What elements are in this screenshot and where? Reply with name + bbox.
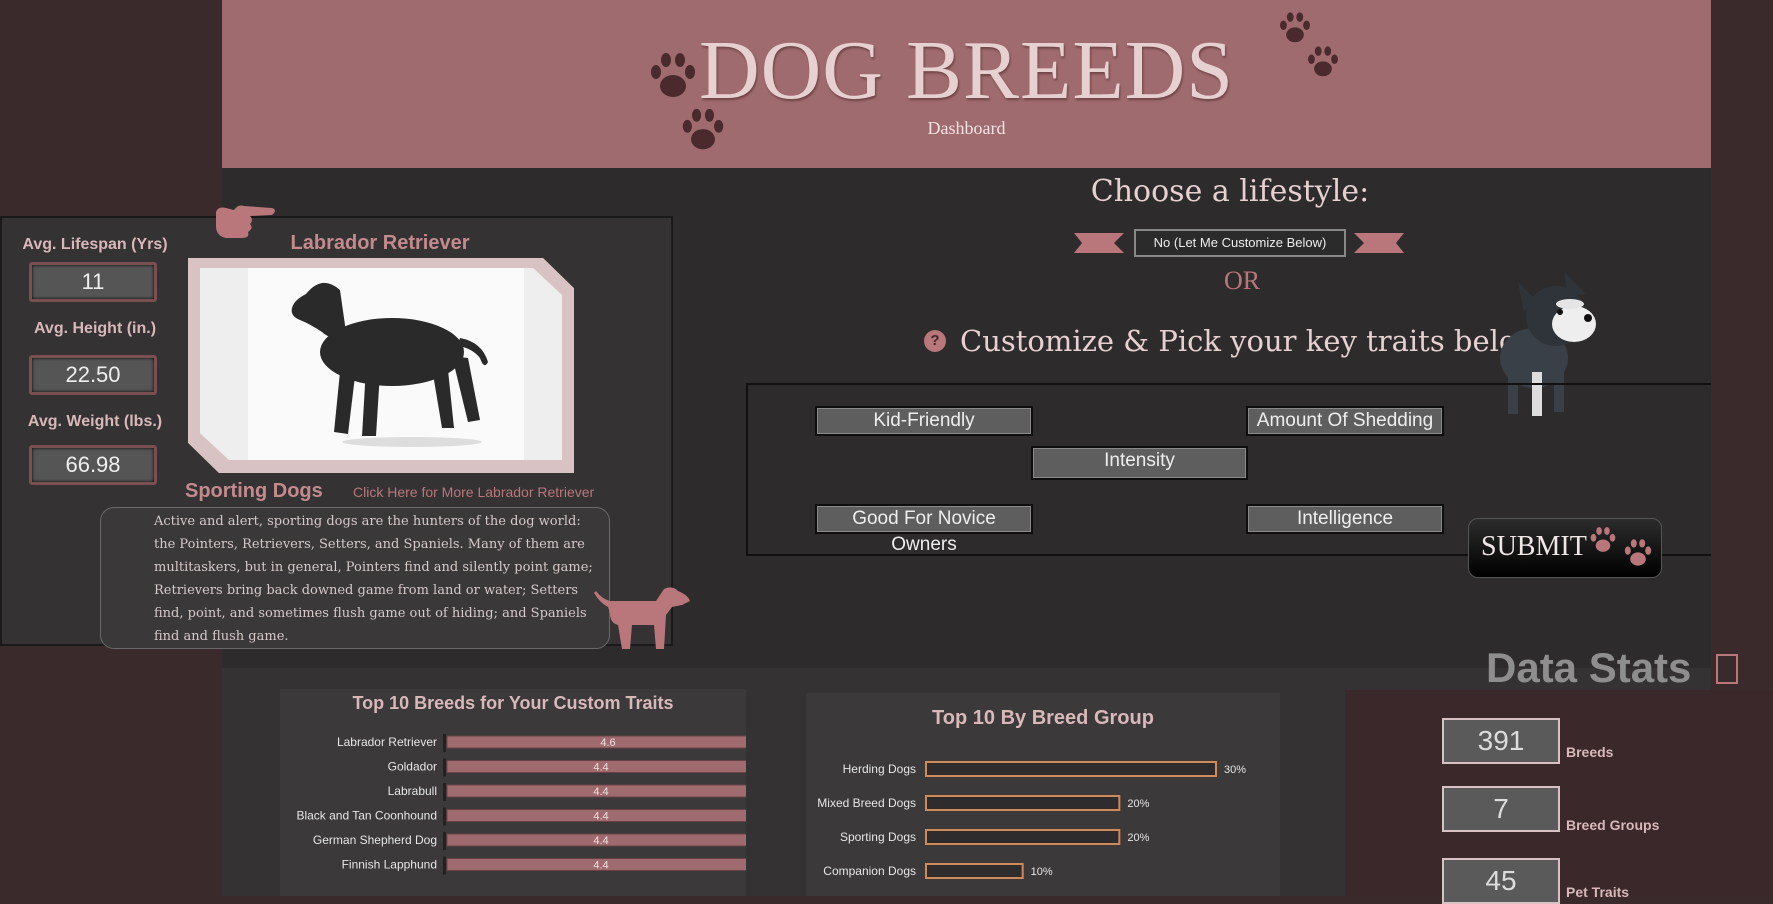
bar	[925, 761, 1217, 777]
category-label: Mixed Breed Dogs	[817, 796, 916, 810]
bar-shadow	[443, 832, 446, 850]
lifespan-label: Avg. Lifespan (Yrs)	[22, 236, 168, 253]
bar	[925, 795, 1121, 811]
trait-novice-owners-button[interactable]: Good For Novice Owners	[815, 504, 1033, 555]
header-banner: DOG BREEDS Dashboard	[222, 0, 1711, 168]
dog-silhouette-icon	[594, 587, 690, 649]
breeds-count: 391	[1442, 718, 1560, 764]
bar-shadow	[443, 807, 446, 826]
category-label: German Shepherd Dog	[313, 833, 437, 847]
top-breeds-chart: Top 10 Breeds for Your Custom Traits Lab…	[280, 689, 746, 896]
breed-group-chart: Top 10 By Breed Group Herding Dogs 30% Mix…	[806, 693, 1280, 896]
bar-value-label: 4.6	[600, 737, 615, 749]
lifestyle-title: Choose a lifestyle:	[1090, 174, 1370, 209]
bar-value-label: 4.4	[593, 786, 608, 798]
bar-value-label: 4.4	[593, 811, 608, 823]
paw-print-icon	[1308, 46, 1338, 77]
pet-traits-count-label: Pet Traits	[1566, 884, 1630, 900]
category-label: Companion Dogs	[823, 864, 916, 878]
category-label: Sporting Dogs	[840, 830, 916, 844]
category-label: Black and Tan Coonhound	[296, 809, 437, 823]
more-info-link[interactable]: Click Here for More Labrador Retriever	[353, 484, 594, 500]
bar-value-label: 30%	[1224, 764, 1246, 776]
labrador-image	[291, 282, 488, 447]
or-divider: OR	[1223, 266, 1261, 295]
bar-value-label: 4.4	[593, 835, 608, 847]
breed-group-chart-plot: Herding Dogs 30% Mixed Breed Dogs 20% Sporti…	[817, 761, 1246, 879]
breed-groups-count-label: Breed Groups	[1566, 817, 1660, 833]
submit-button[interactable]: SUBMIT	[1468, 518, 1662, 578]
bar-shadow	[443, 734, 446, 752]
breed-groups-count: 7	[1442, 786, 1560, 832]
paw-print-icon	[1280, 12, 1310, 43]
help-icon[interactable]: ?	[924, 330, 946, 352]
lifespan-value: 11	[29, 262, 157, 302]
breed-name: Labrador Retriever	[290, 232, 470, 254]
stats-list-icon	[1716, 654, 1738, 684]
pet-traits-count: 45	[1442, 858, 1560, 904]
trait-shedding-button[interactable]: Amount Of Shedding	[1246, 406, 1444, 436]
category-label: Labrador Retriever	[337, 735, 437, 749]
bar	[446, 735, 746, 749]
breeds-count-label: Breeds	[1566, 744, 1614, 760]
trait-intelligence-button[interactable]: Intelligence	[1246, 504, 1444, 534]
paw-print-icon	[682, 108, 724, 150]
bar-shadow	[443, 783, 446, 801]
bar-value-label: 4.4	[593, 762, 608, 774]
top-breeds-chart-plot: Labrador Retriever 4.6 Goldador 4.4 Labrabul…	[296, 734, 746, 875]
height-label: Avg. Height (in.)	[33, 320, 157, 337]
breed-group-name: Sporting Dogs	[185, 480, 323, 502]
category-label: Finnish Lapphund	[342, 858, 437, 872]
lifestyle-dropdown[interactable]: No (Let Me Customize Below)	[1134, 229, 1346, 257]
page-title: DOG BREEDS	[698, 24, 1235, 117]
trait-kid-friendly-button[interactable]: Kid-Friendly	[815, 406, 1033, 436]
category-label: Goldador	[388, 760, 437, 774]
category-label: Herding Dogs	[843, 762, 916, 776]
ribbon-left-icon	[1074, 233, 1124, 253]
weight-value: 66.98	[29, 445, 157, 485]
height-value: 22.50	[29, 355, 157, 395]
bar	[925, 863, 1024, 879]
trait-intensity-button[interactable]: Intensity	[1031, 446, 1248, 480]
paw-print-icon	[1590, 527, 1616, 552]
data-stats-title: Data Stats	[1486, 644, 1692, 691]
paw-print-icon	[1624, 539, 1652, 566]
bar	[925, 829, 1121, 845]
bar-shadow	[443, 856, 446, 875]
group-description-box: Active and alert, sporting dogs are the …	[100, 507, 610, 649]
group-description: Active and alert, sporting dogs are the …	[154, 514, 593, 644]
bar-value-label: 10%	[1031, 866, 1053, 878]
customize-title: Customize & Pick your key traits below:	[960, 324, 1551, 358]
bar-value-label: 4.4	[593, 860, 608, 872]
bar-value-label: 20%	[1127, 798, 1149, 810]
bar-shadow	[443, 758, 446, 777]
weight-label: Avg. Weight (lbs.)	[27, 413, 163, 430]
submit-label: SUBMIT	[1481, 531, 1587, 562]
ribbon-right-icon	[1354, 233, 1404, 253]
category-label: Labrabull	[388, 784, 437, 798]
paw-print-icon	[651, 53, 695, 97]
page-subtitle: Dashboard	[927, 118, 1006, 138]
bar-value-label: 20%	[1127, 832, 1149, 844]
